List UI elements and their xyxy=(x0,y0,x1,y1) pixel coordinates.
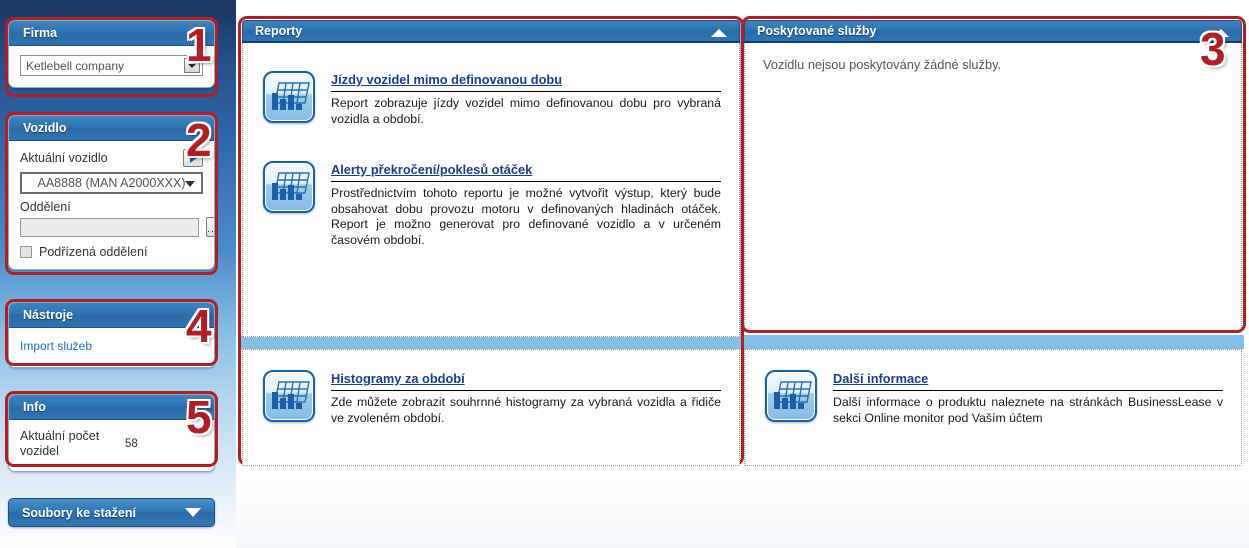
panel-nastroje-frame: Nástroje Import služeb xyxy=(8,302,215,368)
panel-reporty-header[interactable]: Reporty xyxy=(242,20,740,43)
link-import-sluzeb[interactable]: Import služeb xyxy=(20,339,92,353)
vehicle-select[interactable]: AA8888 (MAN A2000XXX) xyxy=(20,172,203,194)
panel-dalsi-informace: Další informace Další informace o produk… xyxy=(744,349,1242,466)
report-description: Report zobrazuje jízdy vozidel mimo defi… xyxy=(331,96,721,126)
panel-dalsi-informace-body: Další informace Další informace o produk… xyxy=(744,349,1242,466)
panel-reporty: Reporty Jízdy vozidel mimo definovanou d… xyxy=(242,20,740,337)
info-row-vehicle-count: Aktuální počet vozidel 58 xyxy=(20,429,203,459)
report-description: Zde můžete zobrazit souhrnné histogramy … xyxy=(331,395,721,425)
panel-info-title: Info xyxy=(9,395,214,420)
panel-reporty-body: Jízdy vozidel mimo definovanou dobu Repo… xyxy=(242,43,740,337)
report-chart-icon xyxy=(263,370,315,422)
panel-vozidlo-frame: Vozidlo Aktuální vozidlo AA8888 (MAN A20… xyxy=(8,115,215,270)
chevron-up-icon[interactable] xyxy=(711,29,727,37)
report-item[interactable]: Další informace Další informace o produk… xyxy=(765,370,1223,426)
report-item[interactable]: Jízdy vozidel mimo definovanou dobu Repo… xyxy=(263,71,721,127)
report-title-link[interactable]: Další informace xyxy=(833,371,928,386)
sidebar: Firma Ketlebell company 1 Vozidlo Aktuál… xyxy=(0,0,236,548)
info-value: 58 xyxy=(125,438,138,450)
panel-sluzby-header[interactable]: Poskytované služby xyxy=(744,20,1242,43)
panel-firma-title: Firma xyxy=(9,21,214,46)
current-vehicle-label: Aktuální vozidlo xyxy=(20,151,108,165)
sluzby-empty-message: Vozidlu nejsou poskytovány žádné služby. xyxy=(763,57,1002,72)
report-chart-icon xyxy=(263,71,315,123)
panel-vozidlo-title: Vozidlo xyxy=(9,116,214,141)
report-chart-icon-glyph xyxy=(272,381,310,409)
chevron-down-icon[interactable] xyxy=(185,181,195,187)
chevron-down-icon xyxy=(185,508,201,517)
panel-firma-frame: Firma Ketlebell company xyxy=(8,20,215,88)
department-label: Oddělení xyxy=(20,200,71,214)
chevron-down-icon[interactable] xyxy=(184,58,200,73)
subordinate-departments-checkbox[interactable] xyxy=(20,246,32,258)
panel-info-frame: Info Aktuální počet vozidel 58 xyxy=(8,394,215,472)
report-title-link[interactable]: Alerty překročení/poklesů otáček xyxy=(331,162,532,177)
panel-vozidlo: Vozidlo Aktuální vozidlo AA8888 (MAN A20… xyxy=(8,115,215,270)
downloads-button-label: Soubory ke stažení xyxy=(22,505,136,520)
chevron-up-icon[interactable] xyxy=(1213,29,1229,37)
report-description: Prostřednictvím tohoto reportu je možné … xyxy=(331,186,721,247)
report-title-link[interactable]: Histogramy za období xyxy=(331,371,465,386)
panel-nastroje: Nástroje Import služeb xyxy=(8,302,215,368)
report-title-wrap: Alerty překročení/poklesů otáček xyxy=(331,161,721,182)
next-vehicle-button[interactable] xyxy=(183,149,203,167)
panel-info: Info Aktuální počet vozidel 58 xyxy=(8,394,215,472)
department-input[interactable] xyxy=(20,217,199,237)
main-content: Reporty Jízdy vozidel mimo definovanou d… xyxy=(236,0,1249,548)
report-chart-icon xyxy=(263,161,315,213)
application-window: Firma Ketlebell company 1 Vozidlo Aktuál… xyxy=(0,0,1249,548)
panel-poskytovane-sluzby: Poskytované služby Vozidlu nejsou poskyt… xyxy=(744,20,1242,332)
panel-sluzby-body: Vozidlu nejsou poskytovány žádné služby. xyxy=(744,43,1242,332)
panel-sluzby-title: Poskytované služby xyxy=(757,24,877,38)
report-title-wrap: Histogramy za období xyxy=(331,370,721,391)
panel-histogramy-body: Histogramy za období Zde můžete zobrazit… xyxy=(242,349,740,466)
company-select[interactable]: Ketlebell company xyxy=(20,55,203,76)
report-item[interactable]: Histogramy za období Zde můžete zobrazit… xyxy=(263,370,721,426)
downloads-button[interactable]: Soubory ke stažení xyxy=(8,498,215,527)
report-title-link[interactable]: Jízdy vozidel mimo definovanou dobu xyxy=(331,72,562,87)
report-chart-icon-glyph xyxy=(272,82,310,110)
report-chart-icon-glyph xyxy=(272,172,310,200)
report-title-wrap: Jízdy vozidel mimo definovanou dobu xyxy=(331,71,721,92)
vehicle-select-value: AA8888 (MAN A2000XXX) xyxy=(37,176,186,190)
panel-firma: Firma Ketlebell company xyxy=(8,20,215,88)
report-chart-icon xyxy=(765,370,817,422)
company-select-value: Ketlebell company xyxy=(26,58,125,73)
subordinate-departments-label: Podřízená oddělení xyxy=(39,245,148,259)
report-title-wrap: Další informace xyxy=(833,370,1223,391)
panel-histogramy: Histogramy za období Zde můžete zobrazit… xyxy=(242,349,740,466)
report-chart-icon-glyph xyxy=(774,381,812,409)
panel-nastroje-title: Nástroje xyxy=(9,303,214,328)
report-description: Další informace o produktu naleznete na … xyxy=(833,395,1223,425)
report-item[interactable]: Alerty překročení/poklesů otáček Prostře… xyxy=(263,161,721,248)
department-browse-button[interactable]: ... xyxy=(206,217,214,237)
info-label: Aktuální počet vozidel xyxy=(20,429,100,458)
panel-reporty-title: Reporty xyxy=(255,24,303,38)
